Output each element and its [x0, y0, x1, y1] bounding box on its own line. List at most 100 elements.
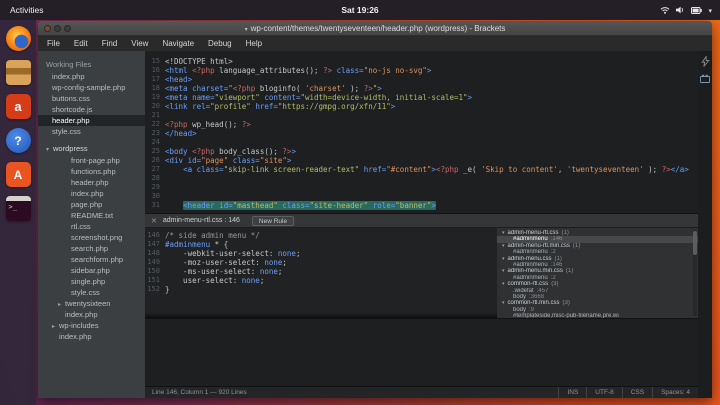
tree-file[interactable]: rtl.css — [38, 221, 145, 232]
working-file-item[interactable]: shortcode.js — [38, 104, 145, 115]
line-number: 27 — [145, 165, 165, 174]
close-icon[interactable] — [151, 217, 157, 225]
amazon-glyph: a — [14, 100, 21, 113]
tree-file[interactable]: screenshot.png — [38, 232, 145, 243]
close-window-button[interactable] — [44, 25, 51, 32]
status-bar: Line 146, Column 1 — 920 Lines INSUTF-8C… — [145, 386, 698, 398]
line-number: 23 — [145, 129, 165, 138]
tree-file[interactable]: front-page.php — [38, 155, 145, 166]
help-dock-icon[interactable]: ? — [6, 128, 31, 153]
chevron-right-icon — [58, 300, 65, 309]
window-title: wp-content/themes/twentyseventeen/header… — [251, 24, 506, 33]
code-line: 149 -moz-user-select: none; — [145, 258, 497, 267]
working-file-item[interactable]: style.css — [38, 126, 145, 137]
help-glyph: ? — [14, 134, 21, 148]
title-bar[interactable]: wp-content/themes/twentyseventeen/header… — [38, 21, 712, 36]
tree-file[interactable]: index.php — [38, 309, 145, 320]
network-icon — [660, 6, 670, 14]
minimize-window-button[interactable] — [54, 25, 61, 32]
menu-file[interactable]: File — [40, 36, 67, 51]
tool-strip — [698, 51, 712, 398]
tree-file[interactable]: index.php — [38, 331, 145, 342]
menu-debug[interactable]: Debug — [201, 36, 239, 51]
tree-file[interactable]: searchform.php — [38, 254, 145, 265]
chevron-down-icon — [708, 5, 712, 15]
code-line: 21 — [145, 111, 698, 120]
maximize-window-button[interactable] — [64, 25, 71, 32]
files-dock-icon[interactable] — [6, 60, 31, 85]
tree-file[interactable]: single.php — [38, 276, 145, 287]
live-preview-icon[interactable] — [701, 56, 710, 67]
working-file-item[interactable]: wp-config-sample.php — [38, 82, 145, 93]
software-dock-icon[interactable]: A — [6, 162, 31, 187]
new-rule-button[interactable]: New Rule — [252, 216, 294, 226]
line-number: 151 — [145, 276, 165, 285]
working-file-item[interactable]: header.php — [38, 115, 145, 126]
line-number: 25 — [145, 147, 165, 156]
line-number: 21 — [145, 111, 165, 120]
status-encoding[interactable]: UTF-8 — [586, 387, 621, 398]
line-number: 19 — [145, 93, 165, 102]
menu-view[interactable]: View — [124, 36, 155, 51]
software-glyph: A — [14, 168, 23, 182]
code-line: 150 -ms-user-select: none; — [145, 267, 497, 276]
code-line: 23</head> — [145, 129, 698, 138]
line-number: 16 — [145, 66, 165, 75]
tree-file[interactable]: functions.php — [38, 166, 145, 177]
line-number: 20 — [145, 102, 165, 111]
clock[interactable]: Sat 19:26 — [341, 5, 378, 15]
code-line: 31 <header id="masthead" class="site-hea… — [145, 201, 698, 210]
status-indent[interactable]: Spaces: 4 — [652, 387, 698, 398]
line-number: 29 — [145, 183, 165, 192]
line-number: 30 — [145, 192, 165, 201]
code-line: 148 -webkit-user-select: none; — [145, 249, 497, 258]
amazon-dock-icon[interactable]: a — [6, 94, 31, 119]
quick-edit-widget: admin-menu-rtl.css : 146 New Rule 146/* … — [145, 213, 698, 319]
cursor-position: Line 146, Column 1 — 920 Lines — [152, 389, 247, 396]
status-overwrite[interactable]: INS — [558, 387, 586, 398]
tree-file[interactable]: header.php — [38, 177, 145, 188]
editor[interactable]: 15<!DOCTYPE html>16<html <?php language_… — [145, 51, 698, 386]
working-file-item[interactable]: buttons.css — [38, 93, 145, 104]
tree-file[interactable]: sidebar.php — [38, 265, 145, 276]
tree-folder[interactable]: wp-includes — [38, 320, 145, 331]
activities-button[interactable]: Activities — [10, 5, 44, 15]
line-number: 31 — [145, 201, 165, 210]
tree-file[interactable]: search.php — [38, 243, 145, 254]
rule-list-scrollbar[interactable] — [693, 230, 697, 316]
code-line: 20<link rel="profile" href="https://gmpg… — [145, 102, 698, 111]
status-language[interactable]: CSS — [622, 387, 652, 398]
inline-code[interactable]: 146/* side admin menu */147#adminmenu * … — [145, 228, 497, 318]
code-line: 24 — [145, 138, 698, 147]
line-number: 150 — [145, 267, 165, 276]
code-line: 29 — [145, 183, 698, 192]
editor-column: 15<!DOCTYPE html>16<html <?php language_… — [145, 51, 698, 398]
project-dropdown[interactable]: wordpress — [38, 143, 145, 155]
tree-file[interactable]: page.php — [38, 199, 145, 210]
line-number: 15 — [145, 57, 165, 66]
tree-file[interactable]: style.css — [38, 287, 145, 298]
rule-row[interactable]: #templateside,misc-pub-filename,pre.wi — [497, 313, 698, 318]
terminal-dock-icon[interactable]: >_ — [6, 196, 31, 221]
firefox-dock-icon[interactable] — [6, 26, 31, 51]
menu-edit[interactable]: Edit — [67, 36, 95, 51]
line-number: 148 — [145, 249, 165, 258]
system-indicators[interactable] — [660, 5, 712, 15]
menu-navigate[interactable]: Navigate — [155, 36, 201, 51]
main-area: Working Files index.phpwp-config-sample.… — [38, 51, 712, 398]
quick-edit-file-ref: admin-menu-rtl.css : 146 — [163, 217, 240, 224]
code-line: 26<div id="page" class="site"> — [145, 156, 698, 165]
tree-file[interactable]: index.php — [38, 188, 145, 199]
tree-file[interactable]: README.txt — [38, 210, 145, 221]
code-line: 17<head> — [145, 75, 698, 84]
menu-find[interactable]: Find — [95, 36, 125, 51]
terminal-glyph: >_ — [9, 203, 17, 211]
working-file-item[interactable]: index.php — [38, 71, 145, 82]
code-line: 15<!DOCTYPE html> — [145, 57, 698, 66]
extension-manager-icon[interactable] — [700, 74, 710, 83]
menu-help[interactable]: Help — [239, 36, 269, 51]
code-line: 147#adminmenu * { — [145, 240, 497, 249]
tree-folder[interactable]: twentysixteen — [38, 298, 145, 309]
scrollbar-thumb[interactable] — [693, 231, 697, 255]
line-number: 22 — [145, 120, 165, 129]
